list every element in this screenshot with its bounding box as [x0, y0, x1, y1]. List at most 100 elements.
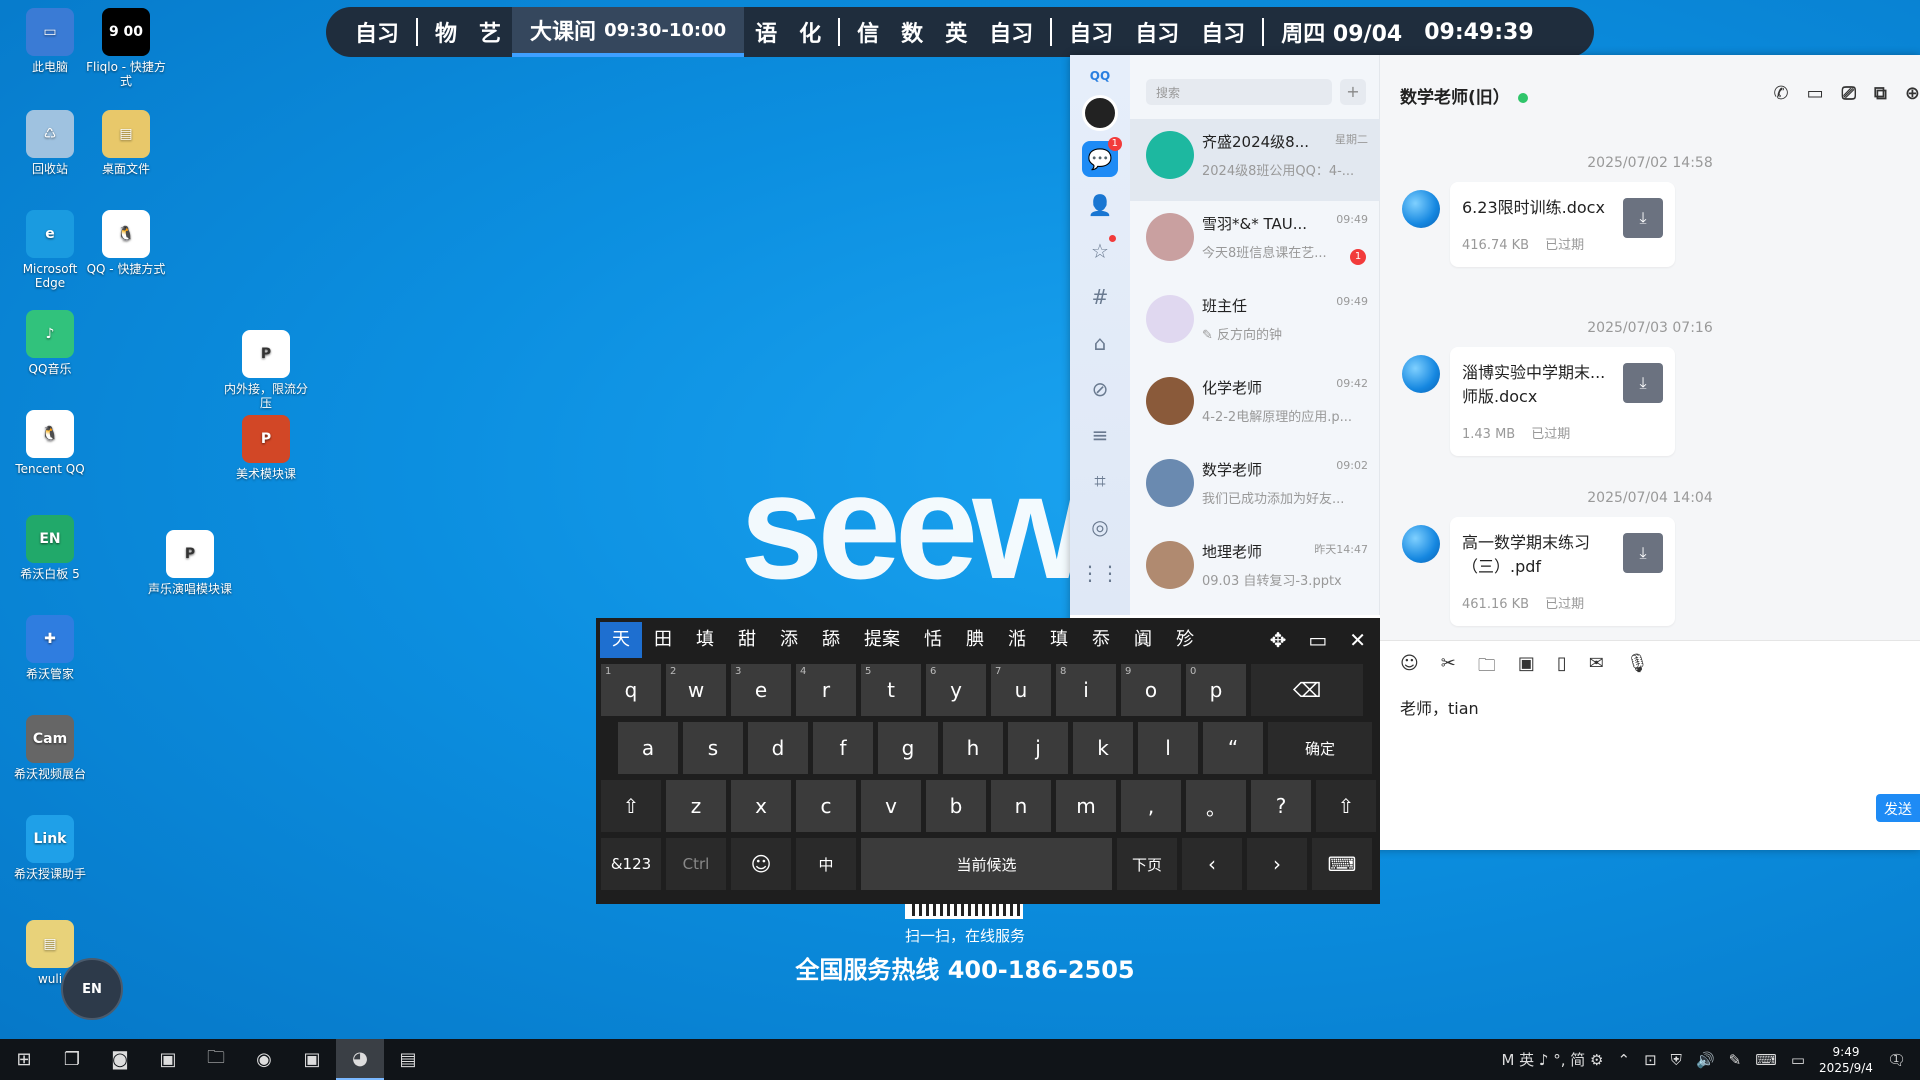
right-arrow-key[interactable]: ›: [1247, 838, 1307, 890]
candidate-item[interactable]: 湉: [996, 622, 1038, 658]
store-icon[interactable]: ⌗: [1082, 463, 1118, 499]
shift-key[interactable]: ⇧: [601, 780, 661, 832]
ime-status[interactable]: M 英 ♪ °, 简 ⚙: [1501, 1049, 1603, 1070]
link-icon[interactable]: ⊘: [1082, 371, 1118, 407]
space-key[interactable]: 当前候选: [861, 838, 1112, 890]
desktop-icon[interactable]: 🐧 QQ - 快捷方式: [84, 210, 168, 276]
candidate-item[interactable]: 阗: [1122, 622, 1164, 658]
camera-app-icon[interactable]: ◙: [96, 1039, 144, 1080]
desktop-icon[interactable]: Link 希沃授课助手: [8, 815, 92, 881]
contacts-icon[interactable]: 👤: [1082, 187, 1118, 223]
shift-key[interactable]: ⇧: [1316, 780, 1376, 832]
scissors-icon[interactable]: ✂: [1441, 653, 1456, 683]
menu-icon[interactable]: ≡: [1082, 417, 1118, 453]
key-u[interactable]: 7u: [991, 664, 1051, 716]
mail-icon[interactable]: ✉: [1589, 653, 1604, 683]
key-letter[interactable]: z: [666, 780, 726, 832]
taskbar-clock[interactable]: 9:49 2025/9/4: [1819, 1044, 1873, 1076]
desktop-icon[interactable]: P 美术模块课: [224, 415, 308, 481]
file-message[interactable]: 高一数学期末练习（三）.pdf 461.16 KB 已过期 ⤓: [1450, 517, 1675, 626]
keyboard-menu-key[interactable]: ⌨: [1312, 838, 1372, 890]
key-letter[interactable]: g: [878, 722, 938, 774]
desktop-icon[interactable]: ▭ 此电脑: [8, 8, 92, 74]
candidate-item[interactable]: 甜: [726, 622, 768, 658]
start-icon[interactable]: ⊞: [0, 1039, 48, 1080]
phone-icon[interactable]: ✆: [1774, 83, 1789, 104]
key-letter[interactable]: s: [683, 722, 743, 774]
add-member-icon[interactable]: ⊕: [1905, 83, 1920, 104]
desktop-icon[interactable]: ✚ 希沃管家: [8, 615, 92, 681]
remote-icon[interactable]: ⧉: [1874, 83, 1887, 104]
key-r[interactable]: 4r: [796, 664, 856, 716]
download-icon[interactable]: ⤓: [1623, 198, 1663, 238]
desktop-icon[interactable]: Cam 希沃视频展台: [8, 715, 92, 781]
key-letter[interactable]: 。: [1186, 780, 1246, 832]
add-button[interactable]: +: [1340, 79, 1366, 105]
key-letter[interactable]: m: [1056, 780, 1116, 832]
conversation-row[interactable]: 化学老师 09:42 4-2-2电解原理的应用.p...: [1130, 365, 1380, 447]
candidate-item[interactable]: 腆: [954, 622, 996, 658]
close-icon[interactable]: ✕: [1349, 628, 1366, 652]
backspace-key[interactable]: ⌫: [1251, 664, 1363, 716]
candidate-item[interactable]: 提案: [852, 622, 912, 658]
desktop-icon[interactable]: P 声乐演唱模块课: [148, 530, 232, 596]
key-letter[interactable]: ?: [1251, 780, 1311, 832]
key-letter[interactable]: c: [796, 780, 856, 832]
left-arrow-key[interactable]: ‹: [1182, 838, 1242, 890]
next-page-key[interactable]: 下页: [1117, 838, 1177, 890]
apps-icon[interactable]: ⋮⋮: [1080, 555, 1120, 591]
candidate-item[interactable]: 忝: [1080, 622, 1122, 658]
download-icon[interactable]: ⤓: [1623, 533, 1663, 573]
desktop-icon[interactable]: ▤ 桌面文件: [84, 110, 168, 176]
desktop-icon[interactable]: e Microsoft Edge: [8, 210, 92, 290]
enter-key[interactable]: 确定: [1268, 722, 1372, 774]
move-icon[interactable]: ✥: [1270, 628, 1287, 652]
candidate-item[interactable]: 瑱: [1038, 622, 1080, 658]
keyboard-icon[interactable]: ⌨: [1755, 1051, 1777, 1069]
symbols-key[interactable]: &123: [601, 838, 661, 890]
shake-icon[interactable]: ▯: [1557, 653, 1567, 683]
file-explorer-icon[interactable]: 🗀: [192, 1039, 240, 1080]
pen-icon[interactable]: ✎: [1729, 1051, 1742, 1069]
key-letter[interactable]: a: [618, 722, 678, 774]
desktop-icon[interactable]: EN 希沃白板 5: [8, 515, 92, 581]
key-letter[interactable]: l: [1138, 722, 1198, 774]
edge-icon[interactable]: ◉: [240, 1039, 288, 1080]
remote-desktop-icon[interactable]: ▤: [384, 1039, 432, 1080]
key-o[interactable]: 9o: [1121, 664, 1181, 716]
conversation-row[interactable]: 数学老师 09:02 我们已成功添加为好友...: [1130, 447, 1380, 529]
conversation-row[interactable]: 雪羽*&* TAU... 09:49 今天8班信息课在艺... 1: [1130, 201, 1380, 283]
key-letter[interactable]: j: [1008, 722, 1068, 774]
easinote-icon[interactable]: ▣: [144, 1039, 192, 1080]
key-letter[interactable]: “: [1203, 722, 1263, 774]
key-letter[interactable]: n: [991, 780, 1051, 832]
message-input[interactable]: 老师，tian: [1380, 695, 1920, 719]
key-letter[interactable]: x: [731, 780, 791, 832]
desktop-icon[interactable]: P 内外接，限流分压: [224, 330, 308, 410]
screen-share-icon[interactable]: ⎚: [1842, 83, 1856, 104]
download-icon[interactable]: ⤓: [1623, 363, 1663, 403]
key-w[interactable]: 2w: [666, 664, 726, 716]
desktop-icon[interactable]: 9 00 Fliqlo - 快捷方式: [84, 8, 168, 88]
emoji-icon[interactable]: ☺: [1400, 653, 1419, 683]
key-letter[interactable]: k: [1073, 722, 1133, 774]
chevron-up-icon[interactable]: ⌃: [1618, 1051, 1631, 1069]
language-key[interactable]: 中: [796, 838, 856, 890]
key-letter[interactable]: h: [943, 722, 1003, 774]
games-icon[interactable]: ⌂: [1082, 325, 1118, 361]
easinote-app-icon[interactable]: ▣: [288, 1039, 336, 1080]
folder-icon[interactable]: 🗀: [1478, 653, 1496, 683]
channels-icon[interactable]: #: [1082, 279, 1118, 315]
key-letter[interactable]: f: [813, 722, 873, 774]
planet-icon[interactable]: ◎: [1082, 509, 1118, 545]
key-q[interactable]: 1q: [601, 664, 661, 716]
candidate-item[interactable]: 添: [768, 622, 810, 658]
network-icon[interactable]: ⊡: [1644, 1051, 1657, 1069]
file-message[interactable]: 淄博实验中学期末...师版.docx 1.43 MB 已过期 ⤓: [1450, 347, 1675, 456]
desktop-icon[interactable]: ♺ 回收站: [8, 110, 92, 176]
search-input[interactable]: 搜索: [1146, 79, 1332, 105]
key-letter[interactable]: d: [748, 722, 808, 774]
layout-icon[interactable]: ▭: [1308, 628, 1327, 652]
qq-taskbar-icon[interactable]: ◕: [336, 1039, 384, 1080]
key-letter[interactable]: b: [926, 780, 986, 832]
